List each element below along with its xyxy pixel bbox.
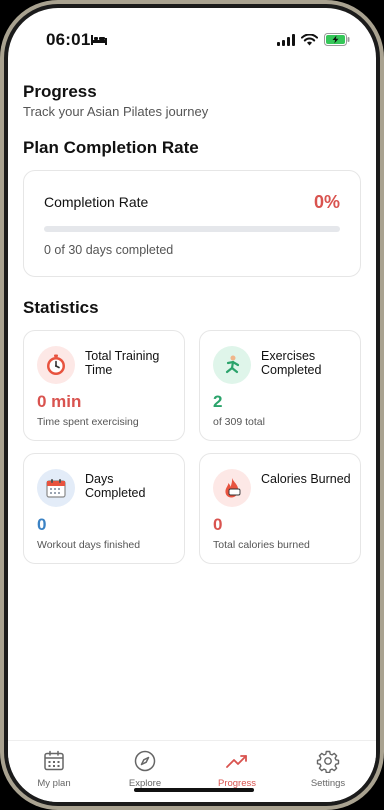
pilates-figure-icon xyxy=(213,346,251,384)
stopwatch-icon xyxy=(37,346,75,384)
signal-icon xyxy=(277,33,295,46)
completion-progress-bar xyxy=(44,226,340,232)
statistics-section-title: Statistics xyxy=(23,298,99,317)
completion-rate-label: Completion Rate xyxy=(44,194,149,210)
stat-description: Total calories burned xyxy=(213,539,310,551)
nav-item-my-plan[interactable]: My plan xyxy=(19,749,89,789)
completion-days-text: 0 of 30 days completed xyxy=(44,243,174,257)
stat-card-training-time[interactable]: Total Training Time 0 min Time spent exe… xyxy=(23,330,185,441)
stat-title: Total Training Time xyxy=(85,349,160,377)
trend-icon xyxy=(226,755,247,768)
gear-icon xyxy=(316,750,340,773)
stat-description: Time spent exercising xyxy=(37,416,139,428)
stat-value: 0 min xyxy=(37,392,82,411)
completion-rate-percent: 0% xyxy=(313,192,340,212)
stat-description: Workout days finished xyxy=(37,539,141,551)
calendar-icon xyxy=(37,469,75,507)
nav-item-explore[interactable]: Explore xyxy=(110,749,180,789)
nav-label: Settings xyxy=(310,778,346,789)
nav-label: My plan xyxy=(37,778,71,789)
calendar-icon xyxy=(44,750,64,771)
compass-icon xyxy=(134,750,156,772)
status-bar: 06:01 xyxy=(8,30,376,54)
stat-title: Days Completed xyxy=(85,472,146,500)
page-title: Progress xyxy=(23,82,97,101)
stat-value: 0 xyxy=(37,515,47,534)
stat-card-days-completed[interactable]: Days Completed 0 Workout days finished xyxy=(23,453,185,564)
stat-description: of 309 total xyxy=(213,416,265,428)
stat-title: Exercises Completed xyxy=(261,349,322,377)
nav-item-settings[interactable]: Settings xyxy=(293,749,363,789)
screen: 06:01 Progress Track your Asian Pilates … xyxy=(8,8,376,802)
stat-card-calories[interactable]: Calories Burned 0 Total calories burned xyxy=(199,453,361,564)
bottom-nav: My plan Explore Progress Settings xyxy=(8,740,376,802)
home-indicator[interactable] xyxy=(134,788,254,792)
page-subtitle: Track your Asian Pilates journey xyxy=(23,104,209,119)
status-time: 06:01 xyxy=(46,30,91,49)
stat-title: Calories Burned xyxy=(261,472,351,486)
nav-item-progress[interactable]: Progress xyxy=(202,749,272,789)
device-frame: 06:01 Progress Track your Asian Pilates … xyxy=(0,0,384,810)
stat-card-exercises[interactable]: Exercises Completed 2 of 309 total xyxy=(199,330,361,441)
wifi-icon xyxy=(301,33,318,45)
plan-section-title: Plan Completion Rate xyxy=(23,138,199,157)
stat-value: 0 xyxy=(213,515,223,534)
flame-icon xyxy=(213,469,251,507)
completion-rate-card: Completion Rate 0% 0 of 30 days complete… xyxy=(23,170,361,277)
stat-value: 2 xyxy=(213,392,223,411)
bed-icon xyxy=(91,35,107,45)
battery-icon xyxy=(324,33,350,46)
device-bezel: 06:01 Progress Track your Asian Pilates … xyxy=(4,4,380,806)
